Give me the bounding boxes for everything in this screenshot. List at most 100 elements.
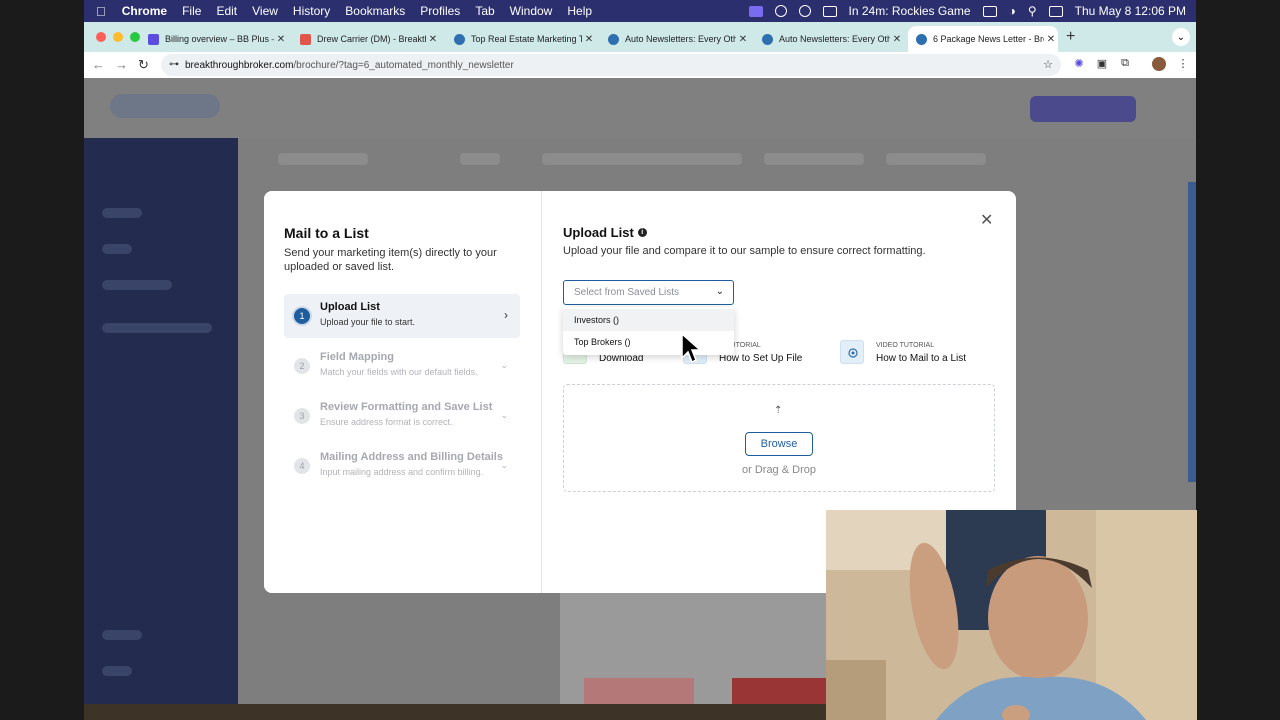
site-icon xyxy=(916,33,927,45)
sidebar-item xyxy=(102,630,142,640)
menu-profiles[interactable]: Profiles xyxy=(420,4,460,18)
step-field-mapping[interactable]: 2 Field Mapping Match your fields with o… xyxy=(284,344,520,388)
back-icon[interactable]: ← xyxy=(92,57,105,72)
upload-icon: ⇡ xyxy=(774,405,783,416)
forward-icon[interactable]: → xyxy=(115,57,128,72)
bookmark-star-icon[interactable]: ☆ xyxy=(1043,58,1053,71)
desktop-bottom-strip xyxy=(84,704,826,720)
step-mailing-billing[interactable]: 4 Mailing Address and Billing Details In… xyxy=(284,444,520,488)
upload-title: Upload List xyxy=(563,225,634,240)
calendar-icon[interactable] xyxy=(822,5,837,17)
browser-tab[interactable]: Auto Newsletters: Every Othe ✕ xyxy=(600,26,750,52)
search-icon[interactable]: ⚲ xyxy=(1028,4,1037,18)
mouse-cursor-icon xyxy=(681,332,702,364)
close-tab-icon[interactable]: ✕ xyxy=(274,34,288,45)
saved-lists-dropdown: Investors () Top Brokers () xyxy=(563,307,734,355)
control-center-icon[interactable] xyxy=(1048,5,1063,17)
stripe-icon xyxy=(148,33,159,45)
menu-help[interactable]: Help xyxy=(567,4,592,18)
site-icon xyxy=(762,33,773,45)
tab-search-icon[interactable]: ⌄ xyxy=(1172,28,1190,46)
browser-tab[interactable]: Billing overview – BB Plus – S ✕ xyxy=(140,26,288,52)
step-upload-list[interactable]: 1 Upload List Upload your file to start.… xyxy=(284,294,520,338)
extensions-puzzle-icon[interactable]: ⧉ xyxy=(1118,57,1132,71)
close-tab-icon[interactable]: ✕ xyxy=(426,34,440,45)
shield-icon[interactable] xyxy=(798,5,811,17)
menu-app-name[interactable]: Chrome xyxy=(122,4,167,18)
close-icon[interactable]: ✕ xyxy=(980,210,993,230)
dropdown-option[interactable]: Investors () xyxy=(563,309,734,331)
browser-tab[interactable]: Top Real Estate Marketing To ✕ xyxy=(446,26,596,52)
tab-title: Auto Newsletters: Every Othe xyxy=(779,34,890,44)
drag-drop-hint: or Drag & Drop xyxy=(742,464,816,476)
step-review-formatting[interactable]: 3 Review Formatting and Save List Ensure… xyxy=(284,394,520,438)
menu-bookmarks[interactable]: Bookmarks xyxy=(345,4,405,18)
slack-icon xyxy=(300,33,311,45)
menu-file[interactable]: File xyxy=(182,4,201,18)
toolbar-item xyxy=(278,153,368,165)
wifi-icon[interactable]: ◑ xyxy=(1009,4,1016,18)
info-icon[interactable]: i xyxy=(637,228,647,237)
toolbar-item xyxy=(886,153,986,165)
clock[interactable]: Thu May 8 12:06 PM xyxy=(1075,4,1186,18)
site-settings-icon[interactable]: ⊶ xyxy=(169,59,179,70)
close-tab-icon[interactable]: ✕ xyxy=(736,34,750,45)
site-icon xyxy=(608,33,619,45)
extension-icon[interactable]: ▣ xyxy=(1095,57,1109,71)
menu-view[interactable]: View xyxy=(252,4,278,18)
resource-name: How to Mail to a List xyxy=(876,353,967,364)
site-icon xyxy=(454,33,465,45)
chevron-down-icon: ⌄ xyxy=(500,460,508,470)
toolbar-item xyxy=(460,153,500,165)
menu-tab[interactable]: Tab xyxy=(475,4,494,18)
browser-tab-active[interactable]: 6 Package News Letter - Bre ✕ xyxy=(908,26,1058,52)
dropdown-option[interactable]: Top Brokers () xyxy=(563,331,734,353)
resource-tag: VIDEO TUTORIAL xyxy=(876,342,935,349)
status-icon[interactable] xyxy=(774,5,787,17)
battery-icon[interactable] xyxy=(982,5,997,17)
sidebar-item xyxy=(102,666,132,676)
menu-history[interactable]: History xyxy=(293,4,330,18)
window-controls xyxy=(96,32,140,42)
step-number: 2 xyxy=(294,358,310,374)
tab-title: Drew Carrier (DM) - Breakthr xyxy=(317,34,426,44)
calendar-event[interactable]: In 24m: Rockies Game xyxy=(849,4,971,18)
close-window-icon[interactable] xyxy=(96,32,106,42)
more-menu-icon[interactable]: ⋮ xyxy=(1176,57,1190,71)
step-title: Field Mapping xyxy=(320,351,394,363)
tab-title: Billing overview – BB Plus – S xyxy=(165,34,274,44)
tab-title: Top Real Estate Marketing To xyxy=(471,34,582,44)
chevron-right-icon: › xyxy=(504,308,508,322)
screen-record-icon[interactable] xyxy=(748,5,763,17)
menu-window[interactable]: Window xyxy=(510,4,553,18)
close-tab-icon[interactable]: ✕ xyxy=(890,34,904,45)
chevron-down-icon: ⌄ xyxy=(500,360,508,370)
reload-icon[interactable]: ↻ xyxy=(138,57,149,73)
modal-description: Send your marketing item(s) directly to … xyxy=(284,247,497,273)
browser-tab[interactable]: Drew Carrier (DM) - Breakthr ✕ xyxy=(292,26,440,52)
menu-edit[interactable]: Edit xyxy=(216,4,237,18)
browse-button[interactable]: Browse xyxy=(745,432,813,456)
profile-avatar[interactable] xyxy=(1152,57,1166,71)
page-toolbar-dimmed xyxy=(264,148,1024,172)
sidebar-item xyxy=(102,208,142,218)
zoom-window-icon[interactable] xyxy=(130,32,140,42)
saved-lists-select[interactable]: Select from Saved Lists ⌄ xyxy=(563,280,734,305)
extension-icon[interactable]: ✺ xyxy=(1072,57,1086,71)
new-tab-icon[interactable]: + xyxy=(1066,28,1075,46)
minimize-window-icon[interactable] xyxy=(113,32,123,42)
apple-icon[interactable]:  xyxy=(96,4,106,19)
step-desc: Input mailing address and confirm billin… xyxy=(320,467,484,477)
browser-toolbar: ← → ↻ ⊶ breakthroughbroker.com/brochure/… xyxy=(84,52,1196,78)
address-bar[interactable]: ⊶ breakthroughbroker.com/brochure/?tag=6… xyxy=(161,54,1061,76)
browser-tab[interactable]: Auto Newsletters: Every Othe ✕ xyxy=(754,26,904,52)
close-tab-icon[interactable]: ✕ xyxy=(582,34,596,45)
upload-description: Upload your file and compare it to our s… xyxy=(563,245,926,257)
step-desc: Match your fields with our default field… xyxy=(320,367,478,377)
select-placeholder: Select from Saved Lists xyxy=(574,287,680,298)
chevron-down-icon: ⌄ xyxy=(500,410,508,420)
close-tab-icon[interactable]: ✕ xyxy=(1044,34,1058,45)
file-drop-zone[interactable]: ⇡ Browse or Drag & Drop xyxy=(563,384,995,492)
mail-to-list-tutorial-link[interactable]: VIDEO TUTORIAL How to Mail to a List xyxy=(840,338,990,368)
mac-menu-bar:  Chrome File Edit View History Bookmark… xyxy=(84,0,1196,22)
